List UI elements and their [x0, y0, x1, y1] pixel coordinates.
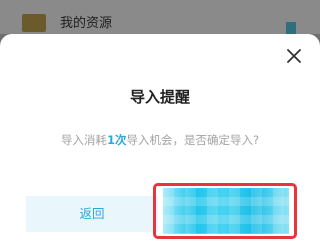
screen: 我的资源 导入提醒 导入消耗1次导入机会，是否确定导入? 返回 [0, 0, 320, 247]
blurred-label [163, 188, 289, 234]
dialog-title: 导入提醒 [129, 88, 190, 106]
folder-icon [22, 14, 46, 32]
confirm-button[interactable] [163, 188, 289, 234]
background-badge-icon [286, 22, 296, 34]
close-button[interactable] [284, 46, 304, 66]
background-folder-title: 我的资源 [60, 16, 113, 31]
import-dialog: 导入提醒 导入消耗1次导入机会，是否确定导入? 返回 [0, 34, 320, 247]
dialog-message: 导入消耗1次导入机会，是否确定导入? [0, 132, 320, 148]
back-button[interactable]: 返回 [26, 196, 158, 232]
close-icon [287, 49, 301, 63]
message-suffix: 导入机会，是否确定导入? [126, 133, 260, 147]
message-prefix: 导入消耗 [60, 133, 107, 147]
background-list-row: 我的资源 [0, 0, 320, 34]
message-highlight: 1次 [106, 133, 127, 147]
